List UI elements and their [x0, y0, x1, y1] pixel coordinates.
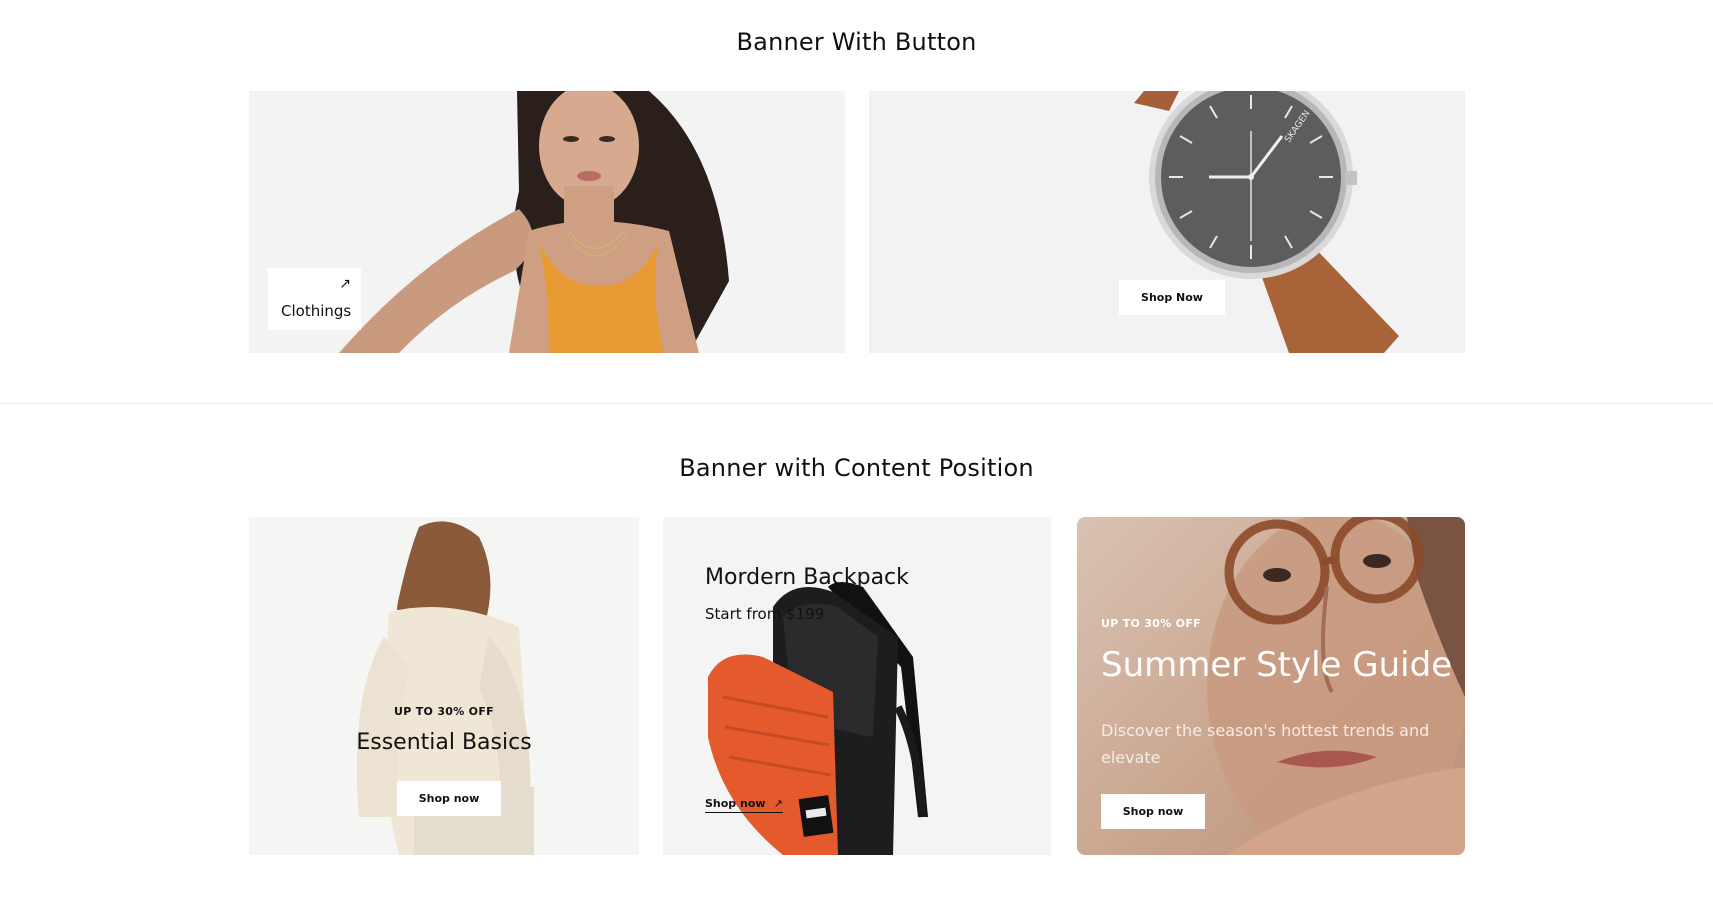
shop-now-button[interactable]: Shop now — [1101, 794, 1205, 829]
clothings-label: Clothings — [281, 302, 352, 320]
arrow-up-right-icon: ↗ — [773, 797, 783, 810]
shop-now-button[interactable]: Shop Now — [1119, 280, 1225, 315]
section-title-banner-with-button: Banner With Button — [736, 28, 977, 56]
backpack-banner[interactable]: Mordern Backpack Start from $199 Shop no… — [663, 517, 1051, 855]
backpack-title: Mordern Backpack — [705, 565, 909, 590]
glasses-description: Discover the season's hottest trends and… — [1101, 721, 1430, 767]
section-title-banner-with-content-position: Banner with Content Position — [679, 454, 1034, 482]
essential-eyebrow: UP TO 30% OFF — [394, 705, 494, 718]
shop-now-button[interactable]: Shop now — [397, 781, 501, 816]
glasses-eyebrow: UP TO 30% OFF — [1101, 617, 1201, 630]
essential-title: Essential Basics — [356, 730, 532, 755]
watch-banner[interactable]: SKAGEN Shop Now — [869, 91, 1465, 353]
section-divider — [0, 403, 1713, 404]
clothings-banner[interactable]: ↗ Clothings — [249, 91, 845, 353]
glasses-title: Summer Style Guide — [1101, 645, 1453, 685]
essential-basics-banner[interactable]: UP TO 30% OFF Essential Basics Shop now — [249, 517, 639, 855]
backpack-price: Start from $199 — [705, 605, 825, 623]
clothings-button[interactable]: ↗ Clothings — [268, 268, 361, 330]
arrow-up-right-icon: ↗ — [339, 276, 351, 292]
shop-now-link-label: Shop now — [705, 797, 766, 810]
shop-now-link[interactable]: Shop now ↗ — [705, 797, 783, 813]
summer-style-banner[interactable]: UP TO 30% OFF Summer Style Guide Discove… — [1077, 517, 1465, 855]
